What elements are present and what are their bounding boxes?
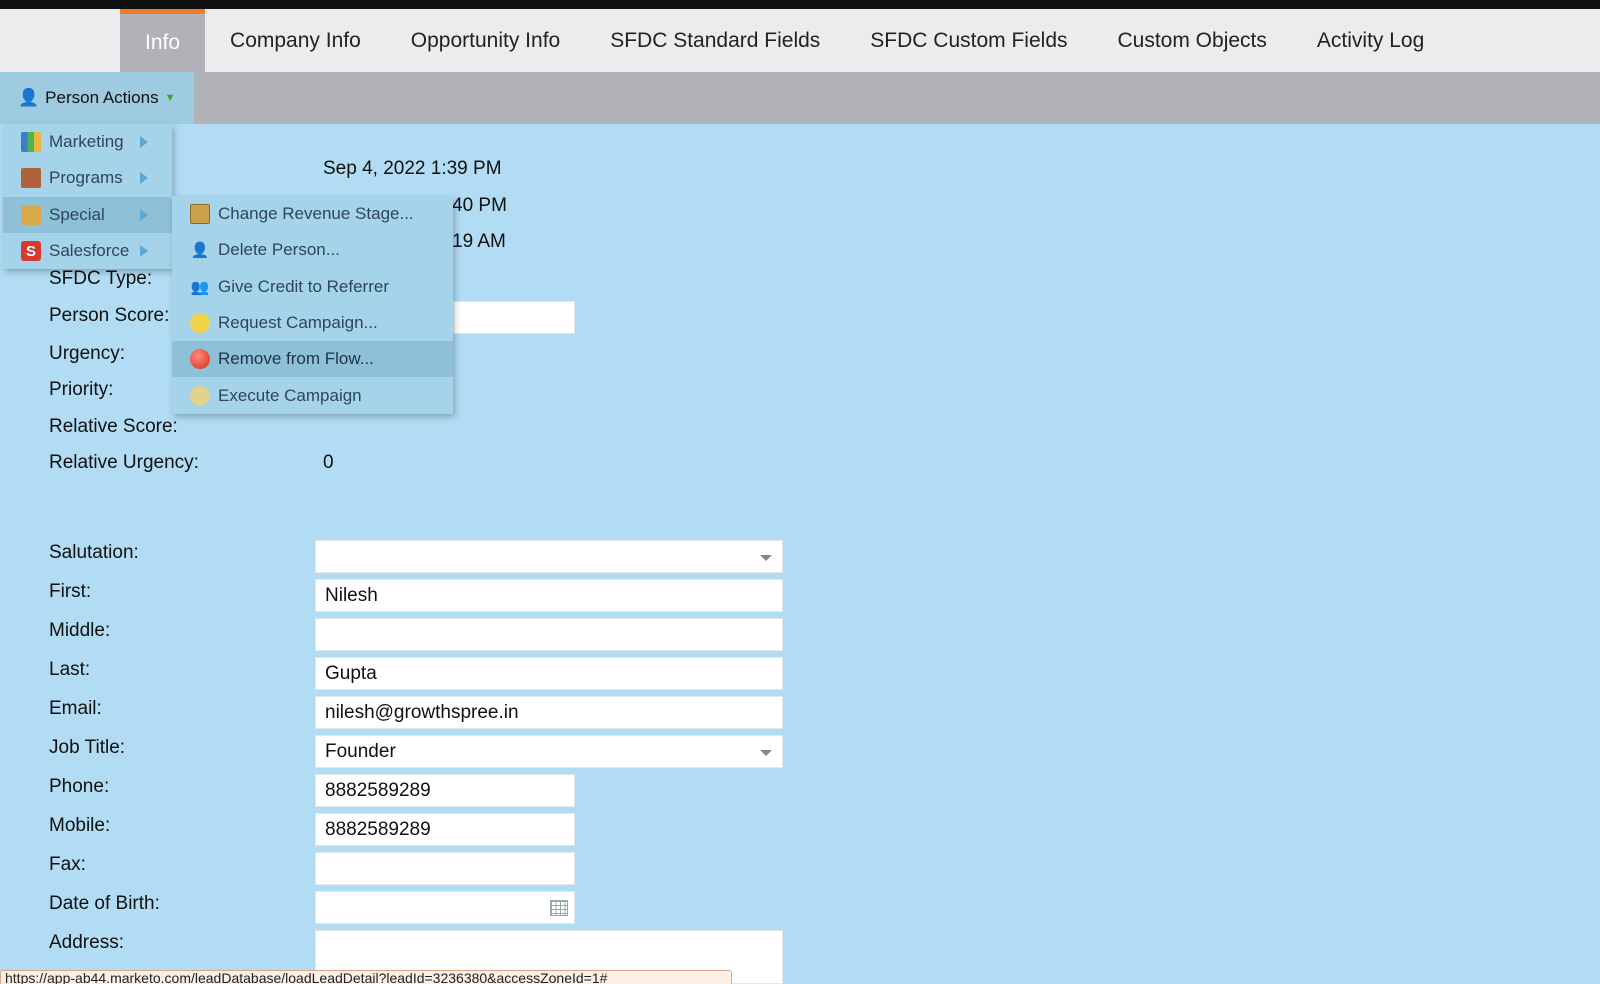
relative-urgency-label: Relative Urgency: (49, 452, 199, 473)
mobile-value: 8882589289 (325, 818, 431, 840)
last-name-value: Gupta (325, 662, 377, 684)
mobile-label: Mobile: (49, 815, 111, 836)
tab-company-info[interactable]: Company Info (205, 9, 386, 72)
caret-down-icon: ▼ (164, 92, 176, 104)
submenu-item-change-revenue-stage[interactable]: Change Revenue Stage... (172, 196, 453, 232)
urgency-label: Urgency: (49, 343, 126, 364)
menu-item-special[interactable]: Special (3, 196, 172, 233)
menu-item-salesforce[interactable]: S Salesforce (3, 233, 172, 269)
tab-sfdc-custom-fields[interactable]: SFDC Custom Fields (845, 9, 1092, 72)
remove-flow-icon (190, 349, 210, 370)
tab-activity-log[interactable]: Activity Log (1292, 9, 1449, 72)
job-title-select[interactable]: Founder (315, 735, 783, 768)
submenu-item-label: Execute Campaign (218, 385, 362, 405)
address-label: Address: (49, 932, 124, 953)
chevron-right-icon (140, 245, 148, 258)
created-date: Sep 4, 2022 1:39 PM (323, 158, 502, 179)
chevron-right-icon (140, 172, 148, 185)
phone-field[interactable]: 8882589289 (315, 774, 575, 807)
delete-person-icon: 👤 (190, 242, 210, 260)
submenu-item-give-credit[interactable]: 👥 Give Credit to Referrer (172, 269, 453, 305)
tab-spacer (0, 9, 120, 72)
menu-item-label: Programs (49, 168, 123, 188)
submenu-item-label: Give Credit to Referrer (218, 276, 389, 296)
first-name-field[interactable]: Nilesh (315, 579, 783, 612)
job-title-value: Founder (325, 740, 396, 762)
tab-opportunity-info[interactable]: Opportunity Info (386, 9, 585, 72)
menu-item-label: Marketing (49, 132, 124, 152)
relative-urgency-value: 0 (323, 452, 334, 473)
middle-label: Middle: (49, 620, 111, 641)
chevron-down-icon (760, 555, 772, 561)
action-bar: 👤 Person Actions ▼ (0, 72, 1600, 124)
marketing-icon (21, 132, 41, 153)
menu-item-marketing[interactable]: Marketing (3, 124, 172, 160)
first-label: First: (49, 581, 92, 602)
last-name-field[interactable]: Gupta (315, 657, 783, 690)
person-score-input[interactable] (453, 301, 575, 334)
job-title-label: Job Title: (49, 737, 126, 758)
updated-date-partial: 40 PM (452, 195, 507, 216)
tab-sfdc-standard-fields[interactable]: SFDC Standard Fields (585, 9, 845, 72)
middle-name-field[interactable] (315, 618, 783, 651)
salutation-label: Salutation: (49, 542, 139, 563)
submenu-item-label: Request Campaign... (218, 313, 378, 333)
special-icon (21, 204, 41, 225)
calendar-icon[interactable] (550, 900, 568, 916)
menu-item-programs[interactable]: Programs (3, 160, 172, 196)
person-score-label: Person Score: (49, 305, 170, 326)
email-label: Email: (49, 698, 102, 719)
programs-icon (21, 168, 41, 189)
mobile-field[interactable]: 8882589289 (315, 813, 575, 846)
submenu-item-label: Change Revenue Stage... (218, 204, 414, 224)
tab-custom-objects[interactable]: Custom Objects (1093, 9, 1292, 72)
last-date-partial: 19 AM (452, 231, 506, 252)
phone-label: Phone: (49, 776, 110, 797)
dob-field[interactable] (315, 891, 575, 924)
email-value: nilesh@growthspree.in (325, 701, 519, 723)
person-icon: 👤 (18, 88, 40, 107)
chevron-down-icon (760, 750, 772, 756)
chevron-right-icon (140, 208, 148, 221)
person-actions-menu: Marketing Programs Special S Salesforce (3, 124, 172, 269)
submenu-item-execute-campaign[interactable]: Execute Campaign (172, 377, 453, 413)
dob-label: Date of Birth: (49, 893, 160, 914)
chevron-right-icon (140, 136, 148, 149)
tab-info[interactable]: Info (120, 9, 206, 72)
revenue-stage-icon (190, 204, 210, 225)
submenu-item-delete-person[interactable]: 👤 Delete Person... (172, 232, 453, 268)
submenu-item-request-campaign[interactable]: Request Campaign... (172, 305, 453, 341)
first-name-value: Nilesh (325, 584, 378, 606)
salesforce-icon: S (21, 241, 41, 262)
submenu-item-label: Remove from Flow... (218, 349, 374, 369)
person-actions-button[interactable]: 👤 Person Actions ▼ (0, 72, 194, 124)
referrer-credit-icon: 👥 (190, 278, 210, 296)
submenu-item-remove-from-flow[interactable]: Remove from Flow... (172, 341, 453, 378)
email-field[interactable]: nilesh@growthspree.in (315, 696, 783, 729)
relative-score-label: Relative Score: (49, 416, 178, 437)
phone-value: 8882589289 (325, 779, 431, 801)
submenu-item-label: Delete Person... (218, 240, 340, 260)
menu-item-label: Special (49, 204, 105, 224)
menu-item-label: Salesforce (49, 241, 130, 261)
person-actions-label: Person Actions (45, 88, 159, 107)
fax-field[interactable] (315, 852, 575, 885)
tab-bar: Info Company Info Opportunity Info SFDC … (0, 9, 1600, 72)
fax-label: Fax: (49, 854, 86, 875)
priority-label: Priority: (49, 379, 114, 400)
salutation-select[interactable] (315, 540, 783, 573)
request-campaign-icon (190, 313, 210, 334)
special-submenu: Change Revenue Stage... 👤 Delete Person.… (172, 196, 453, 414)
status-bar-url: https://app-ab44.marketo.com/leadDatabas… (0, 970, 732, 984)
last-label: Last: (49, 659, 91, 680)
sfdc-type-label: SFDC Type: (49, 268, 153, 289)
top-border (0, 0, 1600, 9)
execute-campaign-icon (190, 385, 210, 406)
